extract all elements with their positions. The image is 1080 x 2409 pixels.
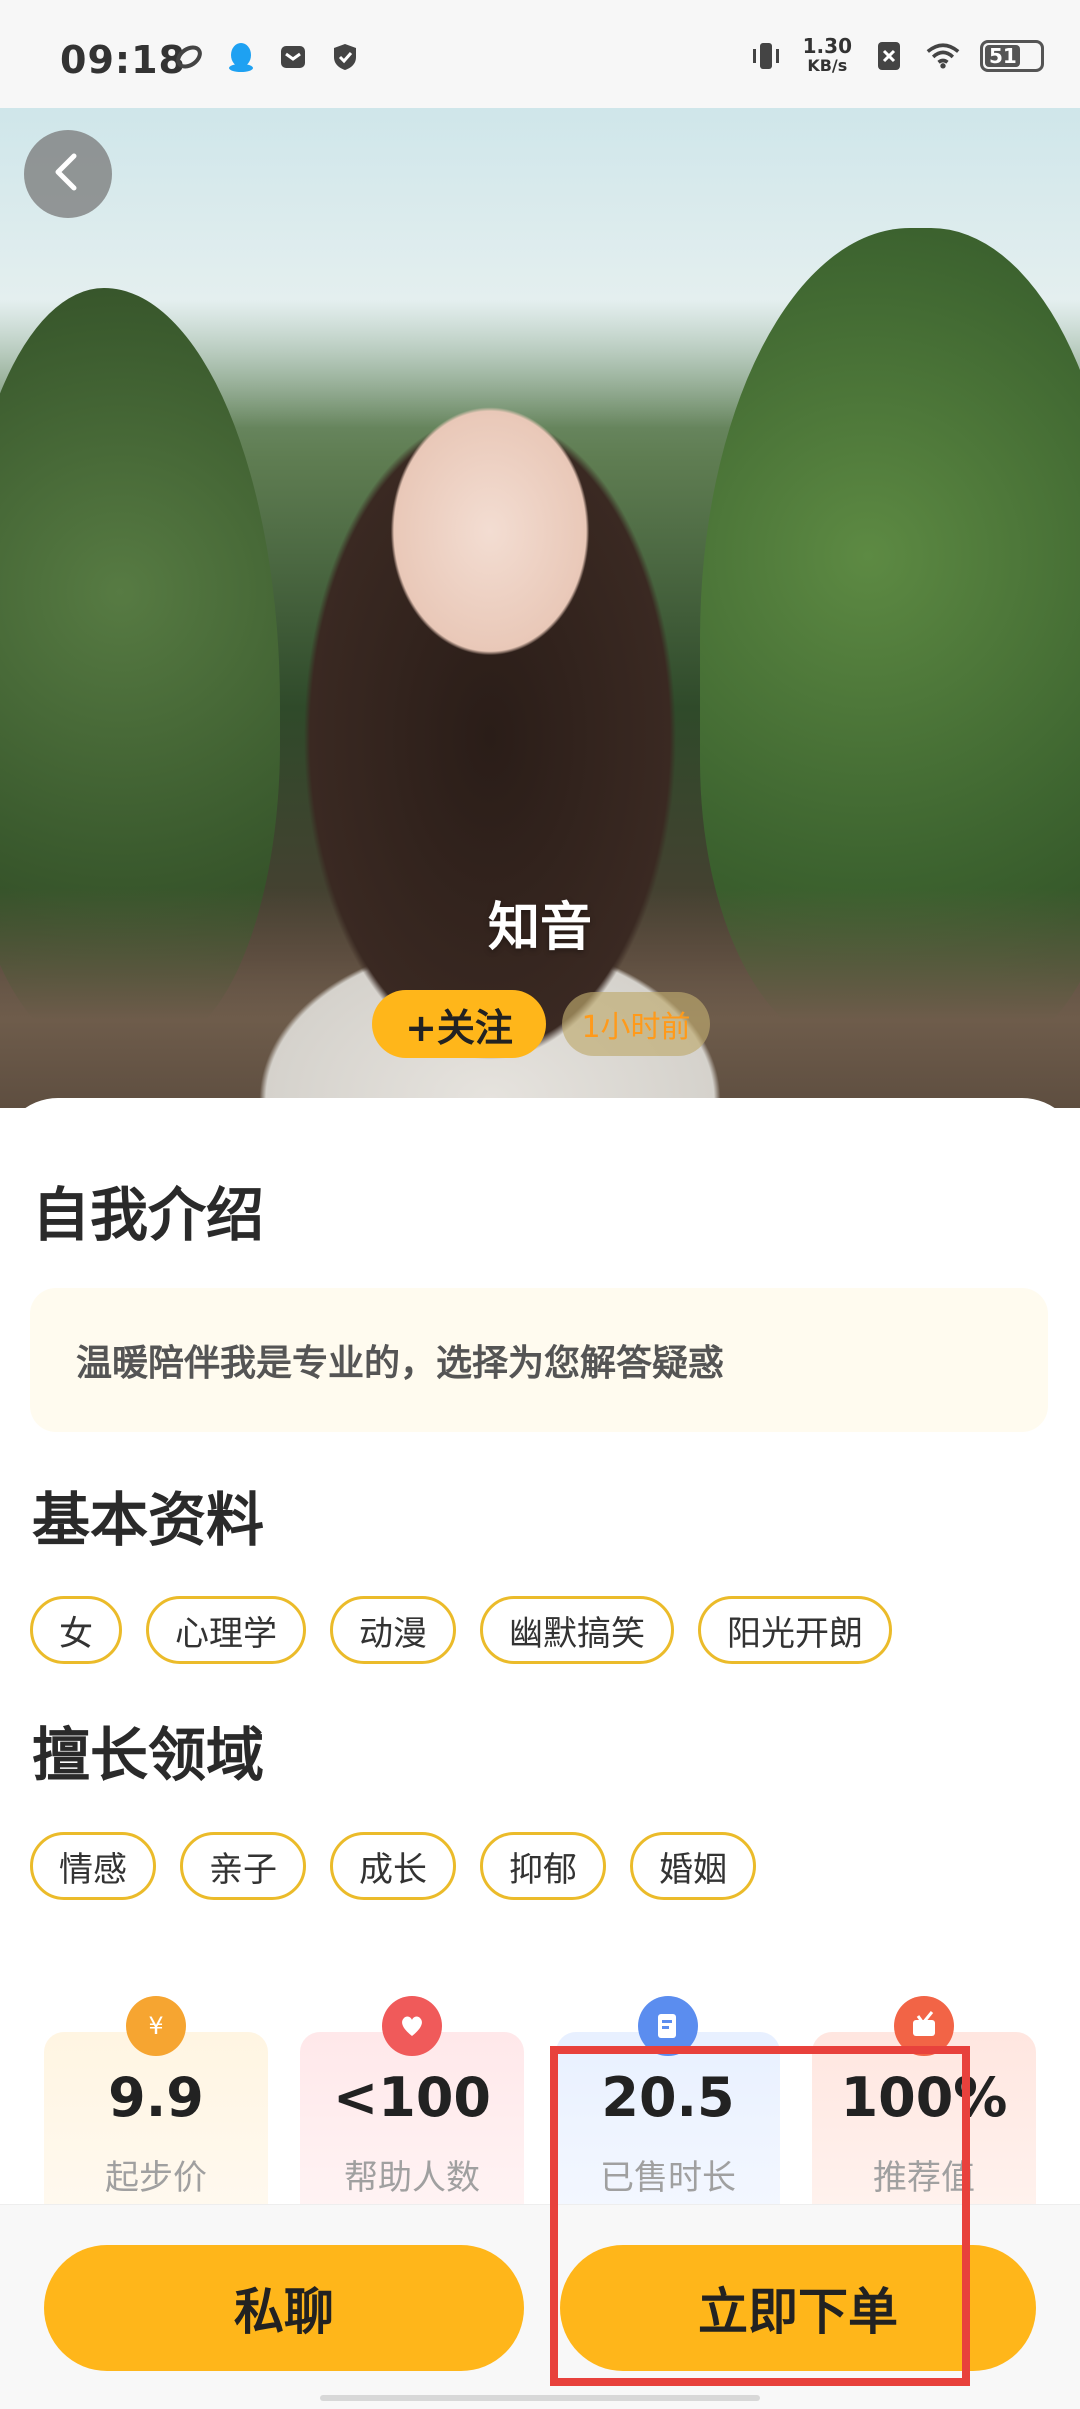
wifi-icon	[926, 39, 960, 73]
net-speed-value: 1.30	[802, 34, 852, 58]
private-chat-button[interactable]: 私聊	[44, 2245, 524, 2371]
vibrate-icon	[749, 39, 783, 73]
tag-item: 阳光开朗	[698, 1596, 892, 1664]
stat-value: 100%	[840, 2066, 1008, 2129]
svg-text:¥: ¥	[148, 2012, 163, 2040]
document-edit-icon	[638, 1996, 698, 2056]
back-button[interactable]	[24, 130, 112, 218]
stat-value: 20.5	[601, 2066, 735, 2129]
status-left-icons	[172, 40, 362, 74]
bottom-action-bar: 私聊 立即下单	[0, 2204, 1080, 2409]
last-active-badge: 1小时前	[562, 992, 710, 1056]
status-time: 09:18	[60, 38, 186, 82]
qq-icon	[224, 40, 258, 74]
skills-title: 擅长领域	[32, 1721, 265, 1789]
tag-item: 成长	[330, 1832, 456, 1900]
intro-title: 自我介绍	[32, 1181, 265, 1249]
money-bag-icon: ¥	[126, 1996, 186, 2056]
stat-value: 9.9	[108, 2066, 204, 2129]
basic-tags: 女 心理学 动漫 幽默搞笑 阳光开朗	[30, 1596, 892, 1664]
stat-value: <100	[333, 2066, 491, 2129]
stat-label: 帮助人数	[344, 2158, 480, 2198]
chevron-left-icon	[46, 150, 90, 198]
profile-nickname: 知音	[487, 898, 592, 958]
net-speed-unit: KB/s	[807, 56, 848, 75]
tag-item: 幽默搞笑	[480, 1596, 674, 1664]
skills-tags: 情感 亲子 成长 抑郁 婚姻	[30, 1832, 756, 1900]
stat-label: 推荐值	[873, 2158, 975, 2198]
battery-level: 51	[989, 44, 1017, 68]
battery-icon: 51	[980, 40, 1044, 72]
tag-item: 心理学	[146, 1596, 306, 1664]
stat-label: 已售时长	[600, 2158, 736, 2198]
thumb-card-icon	[894, 1996, 954, 2056]
intro-text: 温暖陪伴我是专业的，选择为您解答疑惑	[30, 1288, 1048, 1432]
shield-icon	[328, 40, 362, 74]
mail-icon	[276, 40, 310, 74]
tag-item: 抑郁	[480, 1832, 606, 1900]
tag-item: 婚姻	[630, 1832, 756, 1900]
basic-info-title: 基本资料	[32, 1486, 265, 1554]
stat-label: 起步价	[105, 2158, 207, 2198]
status-bar: 09:18 1.30 KB/s 51	[0, 0, 1080, 108]
net-speed: 1.30 KB/s	[803, 36, 852, 76]
follow-button[interactable]: +关注	[372, 990, 546, 1058]
heart-hand-icon	[382, 1996, 442, 2056]
no-sim-icon	[872, 39, 906, 73]
order-now-button[interactable]: 立即下单	[560, 2245, 1036, 2371]
tag-item: 情感	[30, 1832, 156, 1900]
tag-item: 女	[30, 1596, 122, 1664]
tag-item: 亲子	[180, 1832, 306, 1900]
status-right-icons: 1.30 KB/s 51	[749, 36, 1044, 76]
sync-icon	[172, 40, 206, 74]
tag-item: 动漫	[330, 1596, 456, 1664]
home-indicator[interactable]	[320, 2395, 760, 2401]
